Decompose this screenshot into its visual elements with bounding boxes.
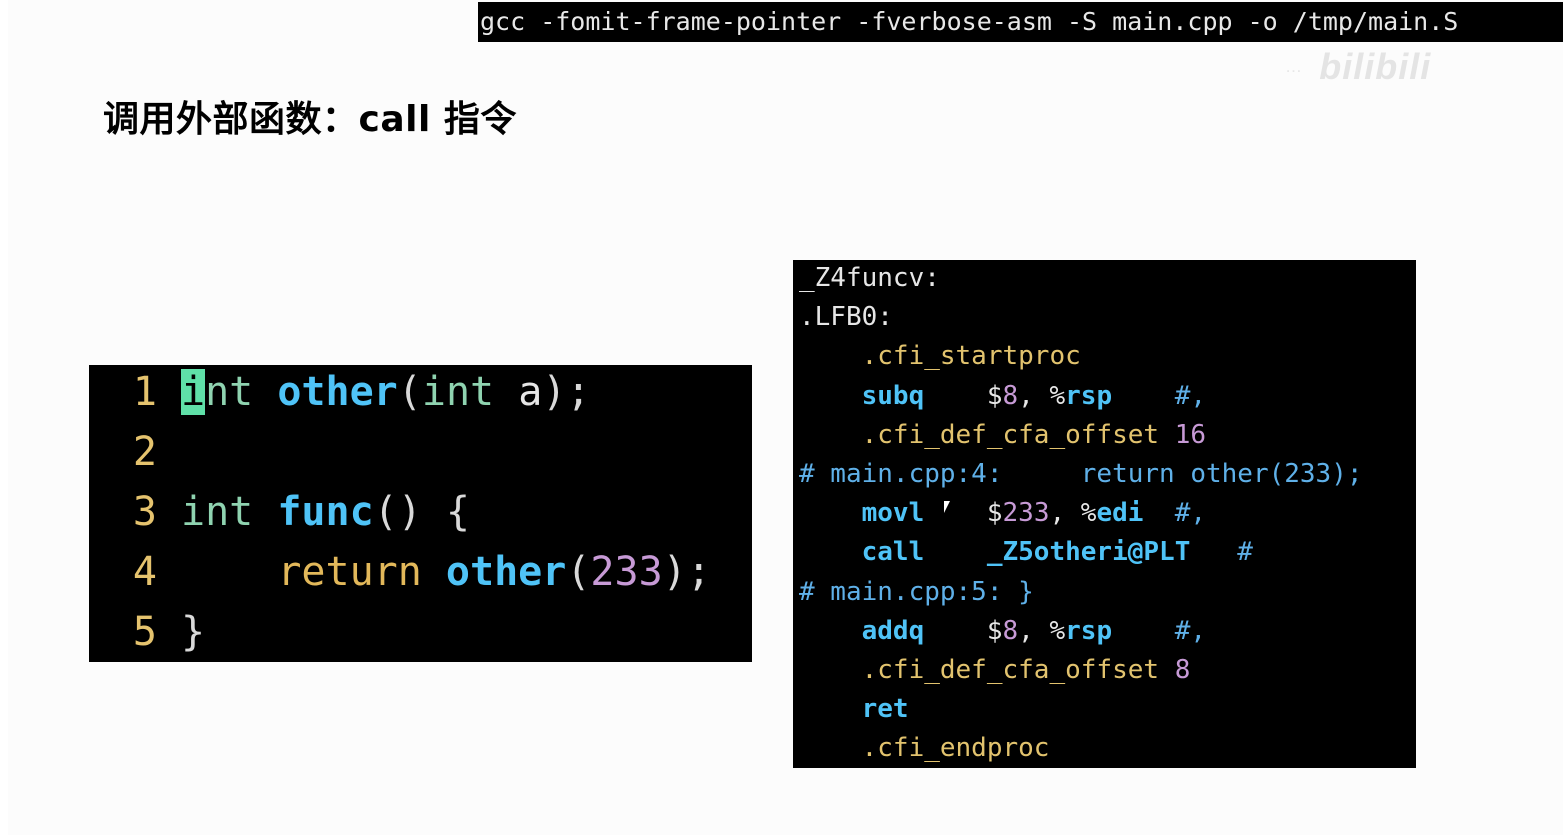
asm-token: .LFB0: bbox=[799, 302, 893, 333]
slide-title: 调用外部函数：call 指令 bbox=[103, 99, 517, 140]
asm-token: $ bbox=[924, 498, 1003, 529]
code-token: } bbox=[181, 609, 206, 655]
code-token: other bbox=[277, 369, 398, 415]
code-token: a bbox=[494, 369, 543, 415]
asm-token: .cfi_def_cfa_offset bbox=[799, 419, 1175, 450]
code-token: func bbox=[277, 489, 374, 535]
code-token: i bbox=[181, 369, 206, 415]
assembly-line: .cfi_startproc bbox=[799, 338, 1081, 377]
command-bar: gcc -fomit-frame-pointer -fverbose-asm -… bbox=[478, 2, 1563, 42]
source-line: 4 return other(233); bbox=[89, 547, 711, 607]
asm-token: 233 bbox=[1002, 498, 1050, 529]
asm-token: # main.cpp:5: } bbox=[799, 576, 1034, 607]
assembly-line: _Z4funcv: bbox=[799, 260, 940, 299]
code-token: ( bbox=[397, 369, 422, 415]
code-token: ( bbox=[566, 549, 591, 595]
asm-token: rsp bbox=[1065, 615, 1113, 646]
asm-token: 8 bbox=[1002, 615, 1019, 646]
asm-token: .cfi_def_cfa_offset bbox=[799, 655, 1175, 685]
watermark-text: … bbox=[1285, 57, 1303, 76]
asm-token: , % bbox=[1018, 380, 1066, 411]
code-token: () { bbox=[373, 489, 470, 535]
code-token: int bbox=[421, 369, 495, 415]
code-token: ); bbox=[542, 369, 591, 415]
asm-token: _Z5otheri@PLT bbox=[924, 537, 1191, 568]
assembly-line: .cfi_def_cfa_offset 8 bbox=[799, 652, 1191, 691]
asm-token: subq bbox=[799, 380, 925, 411]
source-line: 5} bbox=[89, 607, 205, 662]
asm-token: 16 bbox=[1174, 419, 1206, 450]
code-token: other bbox=[445, 549, 567, 595]
code-token: 233 bbox=[590, 549, 663, 595]
source-line: 3 int func() { bbox=[89, 487, 470, 547]
assembly-line: .LFB0: bbox=[799, 299, 893, 338]
source-code-panel: 1 int other(int a); 2 3 int func() {4 return… bbox=[89, 365, 752, 662]
assembly-line: .cfi_def_cfa_offset 16 bbox=[799, 417, 1206, 456]
assembly-line: # main.cpp:4: return other(233); bbox=[799, 456, 1363, 495]
asm-token: movl bbox=[799, 498, 925, 529]
asm-token: ret bbox=[799, 694, 909, 725]
asm-token: rsp bbox=[1065, 380, 1113, 411]
code-token: ); bbox=[662, 549, 711, 595]
line-number: 1 bbox=[132, 369, 157, 415]
asm-token: 8 bbox=[1002, 380, 1019, 411]
line-number: 2 bbox=[132, 429, 157, 475]
mouse-pointer-icon bbox=[944, 501, 956, 513]
asm-token: # main.cpp:4: return other(233); bbox=[799, 459, 1363, 489]
assembly-line: # main.cpp:5: } bbox=[799, 574, 1034, 613]
line-number: 5 bbox=[132, 609, 157, 655]
bilibili-logo: bilibili bbox=[1319, 46, 1432, 87]
assembly-code-panel: _Z4funcv: .LFB0: .cfi_startproc subq $8, … bbox=[793, 260, 1416, 768]
assembly-line: .cfi_endproc bbox=[799, 730, 1050, 768]
asm-token: _Z4funcv: bbox=[799, 263, 940, 293]
assembly-line: addq $8, %rsp #, bbox=[799, 613, 1206, 652]
source-line: 2 bbox=[89, 427, 181, 487]
asm-token: call bbox=[799, 537, 925, 568]
asm-token: #, bbox=[1143, 498, 1207, 529]
asm-token: , % bbox=[1018, 615, 1066, 646]
asm-token: .cfi_endproc bbox=[799, 733, 1050, 764]
asm-token: #, bbox=[1112, 615, 1207, 646]
source-line: 1 int other(int a); bbox=[89, 367, 590, 427]
line-number: 3 bbox=[132, 489, 157, 535]
assembly-line: subq $8, %rsp #, bbox=[799, 378, 1206, 417]
watermark: … bilibili bbox=[1285, 46, 1431, 87]
asm-token: $ bbox=[924, 615, 1003, 646]
asm-token: , % bbox=[1049, 498, 1097, 529]
assembly-line: movl $233, %edi #, bbox=[799, 495, 1206, 534]
assembly-line: call _Z5otheri@PLT # bbox=[799, 534, 1253, 573]
asm-token: $ bbox=[924, 380, 1003, 411]
asm-token: # bbox=[1190, 537, 1253, 568]
asm-token: edi bbox=[1096, 498, 1144, 529]
code-token: return bbox=[181, 549, 446, 595]
code-token: int bbox=[181, 489, 278, 535]
asm-token: #, bbox=[1112, 380, 1207, 411]
asm-token: addq bbox=[799, 615, 925, 646]
assembly-line: ret bbox=[799, 691, 909, 730]
code-token: nt bbox=[205, 369, 278, 415]
line-number: 4 bbox=[132, 549, 157, 595]
asm-token: 8 bbox=[1174, 655, 1191, 685]
asm-token: .cfi_startproc bbox=[799, 341, 1081, 372]
